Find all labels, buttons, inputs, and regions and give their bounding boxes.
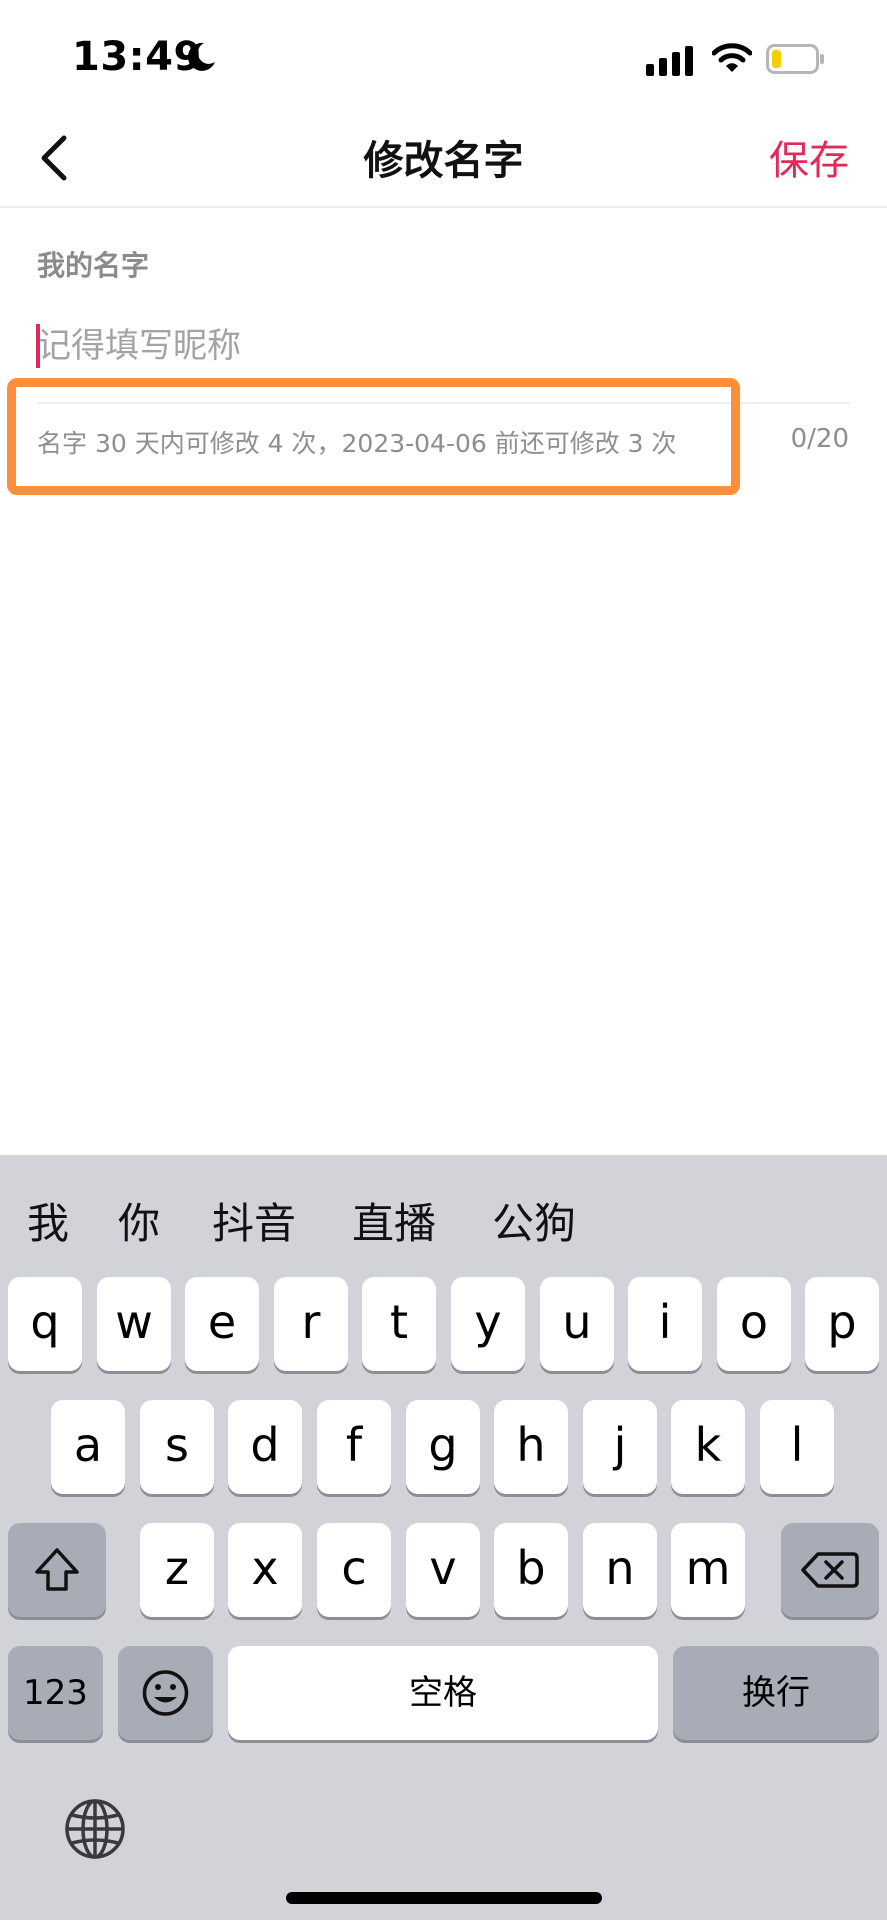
key-f[interactable]: f — [317, 1400, 391, 1494]
key-s[interactable]: s — [140, 1400, 214, 1494]
shift-icon — [35, 1548, 79, 1591]
emoji-key[interactable] — [118, 1646, 213, 1740]
key-x[interactable]: x — [228, 1523, 302, 1617]
key-i[interactable]: i — [628, 1277, 702, 1371]
candidate-word[interactable]: 我 — [27, 1190, 69, 1251]
key-r[interactable]: r — [274, 1277, 348, 1371]
key-t[interactable]: t — [362, 1277, 436, 1371]
key-j[interactable]: j — [583, 1400, 657, 1494]
character-counter: 0/20 — [790, 424, 849, 454]
key-d[interactable]: d — [228, 1400, 302, 1494]
numbers-key[interactable]: 123 — [8, 1646, 103, 1740]
key-u[interactable]: u — [540, 1277, 614, 1371]
delete-icon — [801, 1552, 859, 1588]
return-key[interactable]: 换行 — [673, 1646, 879, 1740]
battery-icon — [766, 44, 824, 74]
name-field-label: 我的名字 — [37, 249, 150, 282]
key-w[interactable]: w — [97, 1277, 171, 1371]
home-indicator — [286, 1892, 602, 1904]
shift-key[interactable] — [8, 1523, 106, 1617]
key-e[interactable]: e — [185, 1277, 259, 1371]
key-g[interactable]: g — [406, 1400, 480, 1494]
key-m[interactable]: m — [671, 1523, 745, 1617]
candidate-word[interactable]: 抖音 — [212, 1190, 296, 1251]
key-n[interactable]: n — [583, 1523, 657, 1617]
key-v[interactable]: v — [406, 1523, 480, 1617]
key-q[interactable]: q — [8, 1277, 82, 1371]
delete-key[interactable] — [781, 1523, 879, 1617]
globe-icon[interactable] — [62, 1796, 128, 1862]
save-button[interactable]: 保存 — [769, 128, 849, 186]
emoji-icon — [142, 1670, 189, 1716]
text-cursor — [36, 324, 40, 368]
signal-icon — [646, 46, 693, 76]
candidate-word[interactable]: 公狗 — [492, 1190, 576, 1251]
key-l[interactable]: l — [760, 1400, 834, 1494]
key-y[interactable]: y — [451, 1277, 525, 1371]
key-p[interactable]: p — [805, 1277, 879, 1371]
highlight-annotation-box — [7, 378, 740, 495]
name-input[interactable] — [37, 318, 837, 374]
key-o[interactable]: o — [717, 1277, 791, 1371]
key-h[interactable]: h — [494, 1400, 568, 1494]
candidate-word[interactable]: 直播 — [352, 1190, 436, 1251]
wifi-icon — [712, 43, 752, 72]
moon-icon — [187, 42, 215, 71]
key-k[interactable]: k — [671, 1400, 745, 1494]
key-c[interactable]: c — [317, 1523, 391, 1617]
page-title: 修改名字 — [363, 138, 524, 184]
key-b[interactable]: b — [494, 1523, 568, 1617]
key-a[interactable]: a — [51, 1400, 125, 1494]
space-key[interactable]: 空格 — [228, 1646, 658, 1740]
status-time: 13:49 — [72, 34, 202, 80]
header-divider — [0, 206, 887, 208]
candidate-word[interactable]: 你 — [118, 1190, 160, 1251]
key-z[interactable]: z — [140, 1523, 214, 1617]
